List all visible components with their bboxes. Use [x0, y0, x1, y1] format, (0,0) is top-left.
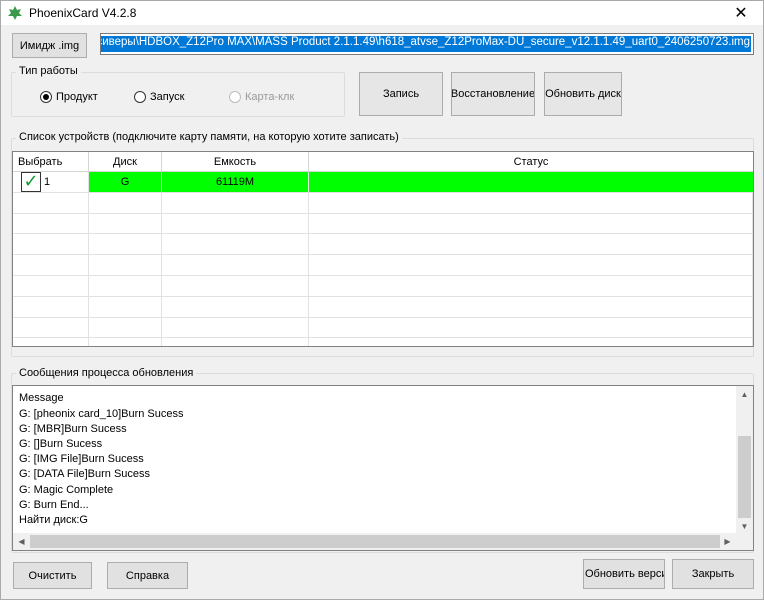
- window-title: PhoenixCard V4.2.8: [29, 6, 137, 20]
- radio-card-clk-dot: [229, 91, 241, 103]
- table-row-empty: [13, 234, 753, 256]
- title-bar: PhoenixCard V4.2.8 ✕: [1, 1, 763, 25]
- log-line: G: []Burn Sucess: [19, 438, 103, 450]
- row-status: [309, 172, 753, 192]
- radio-product[interactable]: Продукт: [40, 91, 98, 103]
- checkmark-icon[interactable]: ✓: [21, 171, 41, 192]
- mode-group-label: Тип работы: [16, 65, 81, 77]
- table-row-empty: [13, 317, 753, 339]
- scroll-up-icon[interactable]: ▲: [736, 386, 753, 403]
- log-horizontal-scrollbar[interactable]: ◀ ▶: [13, 533, 753, 550]
- close-icon[interactable]: ✕: [719, 1, 763, 25]
- col-select[interactable]: Выбрать: [13, 152, 89, 171]
- table-row-empty: [13, 192, 753, 214]
- scroll-left-icon[interactable]: ◀: [13, 533, 30, 550]
- close-button[interactable]: Закрыть: [672, 559, 754, 589]
- help-button[interactable]: Справка: [107, 562, 188, 589]
- clear-button[interactable]: Очистить: [13, 562, 92, 589]
- log-line: G: [MBR]Burn Sucess: [19, 423, 127, 435]
- log-line: G: [IMG File]Burn Sucess: [19, 453, 144, 465]
- phoenixcard-window: PhoenixCard V4.2.8 ✕ Имидж .img тниковые…: [0, 0, 764, 600]
- phoenix-app-icon: [8, 6, 22, 20]
- devices-group-label: Список устройств (подключите карту памят…: [16, 131, 402, 143]
- col-status[interactable]: Статус: [309, 152, 753, 171]
- devices-grid-header: Выбрать Диск Емкость Статус: [13, 152, 753, 172]
- log-vertical-thumb[interactable]: [738, 436, 751, 518]
- log-group-label: Сообщения процесса обновления: [16, 367, 197, 379]
- radio-launch-dot: [134, 91, 146, 103]
- row-select-cell[interactable]: ✓ 1: [13, 171, 89, 192]
- update-disk-button[interactable]: Обновить диск: [544, 72, 622, 116]
- radio-launch-label: Запуск: [150, 91, 185, 103]
- table-row-empty: [13, 275, 753, 297]
- table-row-empty: [13, 296, 753, 318]
- restore-button[interactable]: Восстановление: [451, 72, 535, 116]
- radio-card-clk-label: Карта-клк: [245, 91, 295, 103]
- radio-product-label: Продукт: [56, 91, 98, 103]
- table-row-empty: [13, 213, 753, 235]
- log-line: Найти диск:G: [19, 514, 88, 526]
- table-row[interactable]: ✓ 1 G 61119M: [13, 171, 753, 193]
- log-line: G: [DATA File]Burn Sucess: [19, 468, 151, 480]
- radio-launch[interactable]: Запуск: [134, 91, 184, 103]
- table-row-empty: [13, 255, 753, 276]
- row-capacity: 61119M: [162, 172, 309, 192]
- log-line: Message: [19, 392, 64, 404]
- log-line: G: Magic Complete: [19, 484, 114, 496]
- col-disk[interactable]: Диск: [89, 152, 162, 171]
- row-disk: G: [89, 172, 162, 192]
- image-path-text: тниковые ресиверы\HDBOX_Z12Pro MAX\MASS …: [101, 36, 751, 52]
- scroll-right-icon[interactable]: ▶: [719, 533, 736, 550]
- scroll-corner: [736, 533, 753, 550]
- log-vertical-scrollbar[interactable]: ▲ ▼: [736, 386, 753, 535]
- write-button[interactable]: Запись: [359, 72, 443, 116]
- log-line: G: [pheonix card_10]Burn Sucess: [19, 408, 184, 420]
- row-index: 1: [44, 175, 51, 188]
- radio-card-clk: Карта-клк: [229, 91, 294, 103]
- log-line: G: Burn End...: [19, 499, 89, 511]
- log-horizontal-thumb[interactable]: [30, 535, 720, 548]
- log-textbox[interactable]: Message G: [pheonix card_10]Burn Sucess …: [12, 385, 754, 551]
- update-version-button[interactable]: Обновить версик: [583, 559, 665, 589]
- devices-grid: Выбрать Диск Емкость Статус ✓ 1 G 61119M: [12, 151, 754, 347]
- col-capacity[interactable]: Емкость: [162, 152, 309, 171]
- table-row-empty: [13, 338, 753, 346]
- image-button[interactable]: Имидж .img: [12, 33, 87, 58]
- image-path-field[interactable]: тниковые ресиверы\HDBOX_Z12Pro MAX\MASS …: [100, 33, 754, 55]
- radio-product-dot: [40, 91, 52, 103]
